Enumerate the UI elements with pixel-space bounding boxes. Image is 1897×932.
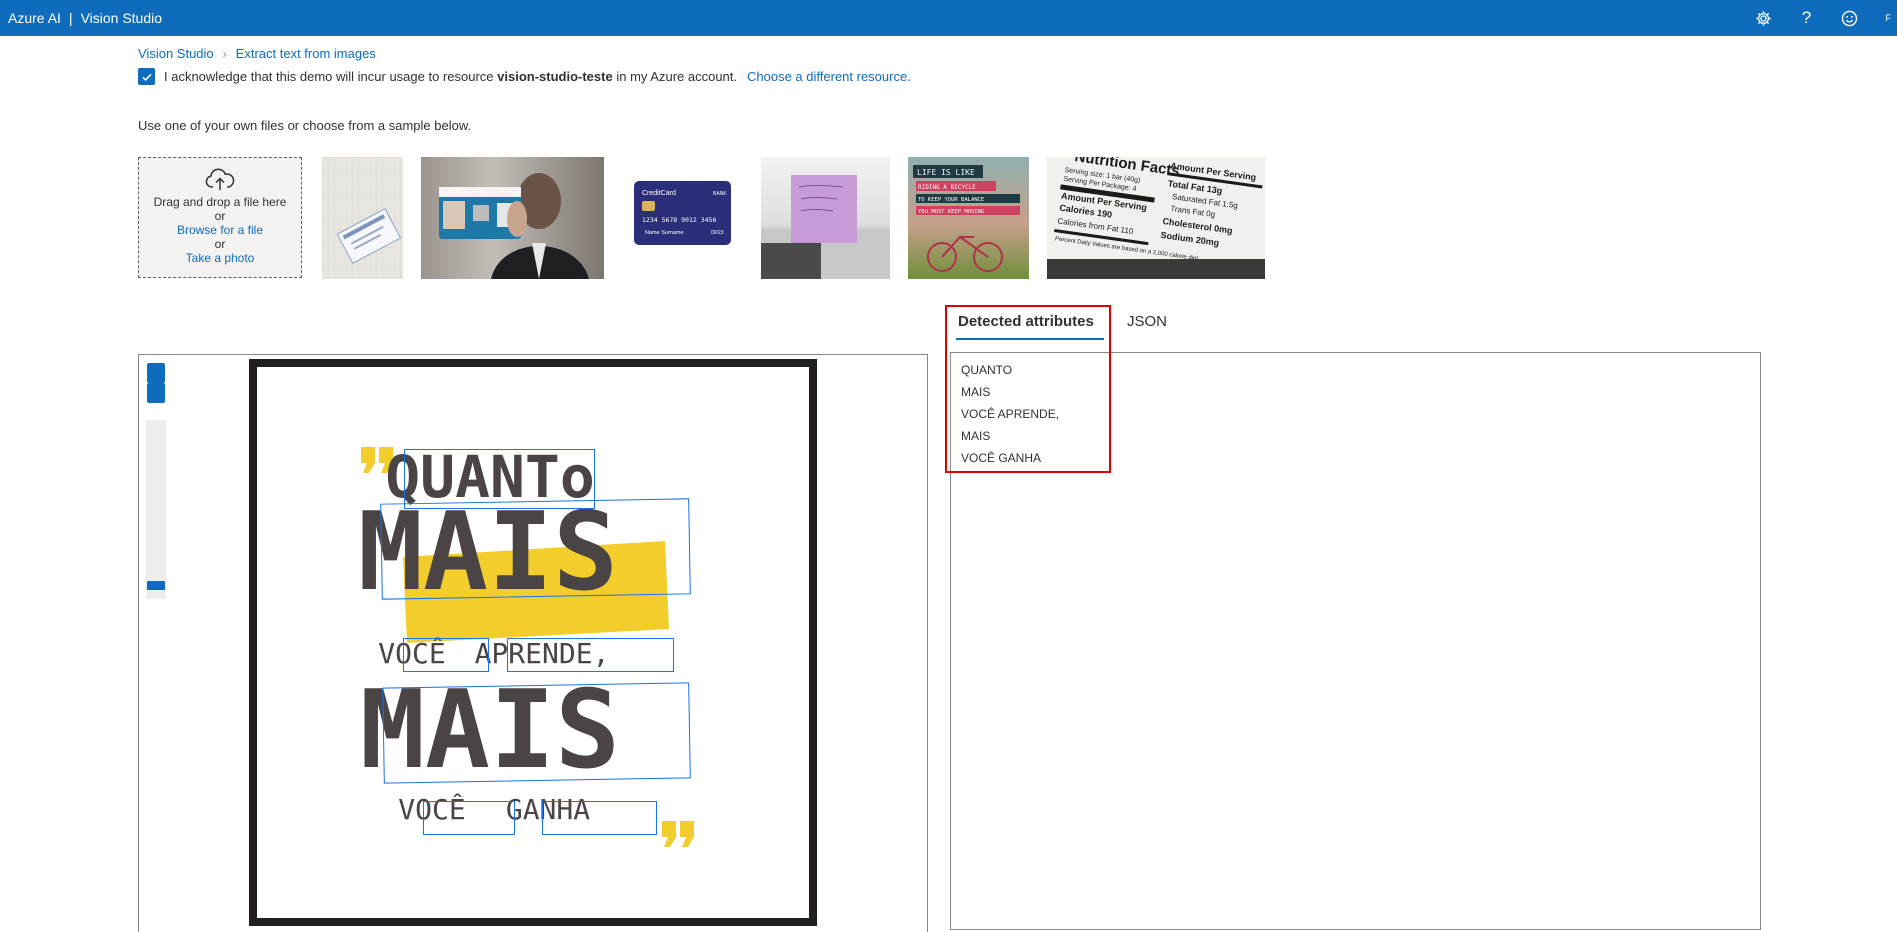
zoom-out-button[interactable] xyxy=(147,383,165,403)
breadcrumb-home-link[interactable]: Vision Studio xyxy=(138,46,214,61)
browse-file-link[interactable]: Browse for a file xyxy=(139,223,301,237)
chevron-right-icon: › xyxy=(222,46,227,61)
sample-image-credit-card[interactable]: CreditCard BANK 1234 5678 9012 3456 Name… xyxy=(633,179,732,279)
sample-image-nutrition-label[interactable]: Nutrition Facts Serving size: 1 bar (40g… xyxy=(1047,157,1265,279)
cc-expiry: 00/23 xyxy=(711,230,724,236)
cc-number: 1234 5678 9012 3456 xyxy=(642,216,716,224)
drag-drop-text: Drag and drop a file here xyxy=(153,195,287,209)
zoom-slider[interactable] xyxy=(146,420,166,599)
acknowledge-row: I acknowledge that this demo will incur … xyxy=(138,68,911,85)
text-bounding-box[interactable] xyxy=(380,498,691,600)
top-bar-actions: ? F xyxy=(1742,0,1897,36)
tab-json[interactable]: JSON xyxy=(1127,313,1167,330)
bike-line-3: TO KEEP YOUR BALANCE xyxy=(918,197,984,203)
text-bounding-box[interactable] xyxy=(423,801,515,835)
cloud-upload-icon xyxy=(139,168,301,195)
ack-text-before: I acknowledge that this demo will incur … xyxy=(164,69,494,84)
gear-icon[interactable] xyxy=(1742,0,1785,36)
checkmark-icon xyxy=(141,73,152,81)
breadcrumb-current-link[interactable]: Extract text from images xyxy=(236,46,376,61)
top-bar: Azure AI | Vision Studio ? F xyxy=(0,0,1897,36)
ack-resource-name: vision-studio-teste xyxy=(497,69,613,84)
bike-line-4: YOU MUST KEEP MOVING xyxy=(918,209,984,215)
analyzed-image: QUANTo MAIS VOCÊ APRENDE, MAIS VOCÊ GANH… xyxy=(249,359,817,926)
or-text: or xyxy=(214,209,226,223)
cc-bank: BANK xyxy=(713,191,727,197)
text-bounding-box[interactable] xyxy=(542,801,657,835)
take-photo-link[interactable]: Take a photo xyxy=(139,251,301,265)
cc-name: Name Surname xyxy=(645,230,684,236)
text-bounding-box[interactable] xyxy=(507,638,674,672)
instructions-text: Use one of your own files or choose from… xyxy=(138,118,472,133)
zoom-in-button[interactable] xyxy=(147,363,165,383)
app-brand[interactable]: Azure AI | Vision Studio xyxy=(8,10,162,26)
account-avatar[interactable]: F xyxy=(1871,13,1897,23)
nutrition-trans-fat: Trans Fat 0g xyxy=(1170,204,1216,219)
brand-separator: | xyxy=(68,10,73,26)
sample-image-id-card[interactable] xyxy=(421,157,604,279)
text-bounding-box[interactable] xyxy=(382,682,691,784)
highlight-box xyxy=(945,305,1111,473)
sample-image-social-security-card[interactable] xyxy=(322,157,403,279)
text-bounding-box[interactable] xyxy=(403,638,489,672)
ack-text-after: in my Azure account. xyxy=(616,69,738,84)
sample-image-sticky-note[interactable] xyxy=(761,157,890,279)
or-text-2: or xyxy=(214,237,226,251)
choose-resource-link[interactable]: Choose a different resource. xyxy=(747,69,911,84)
cc-brand: CreditCard xyxy=(642,190,676,197)
product-name: Vision Studio xyxy=(80,10,163,26)
bike-line-2: RIDING A BICYCLE xyxy=(918,184,976,191)
breadcrumb: Vision Studio › Extract text from images xyxy=(138,46,376,61)
sample-image-bicycle-poster[interactable]: LIFE IS LIKE RIDING A BICYCLE TO KEEP YO… xyxy=(908,157,1029,279)
smiley-icon[interactable] xyxy=(1828,0,1871,36)
upload-dropzone[interactable]: Drag and drop a file here or Browse for … xyxy=(138,157,302,278)
brand-name: Azure AI xyxy=(8,10,61,26)
help-icon[interactable]: ? xyxy=(1785,0,1828,36)
bike-line-1: LIFE IS LIKE xyxy=(917,168,975,177)
acknowledge-checkbox[interactable] xyxy=(138,68,155,85)
zoom-slider-thumb[interactable] xyxy=(147,581,165,590)
